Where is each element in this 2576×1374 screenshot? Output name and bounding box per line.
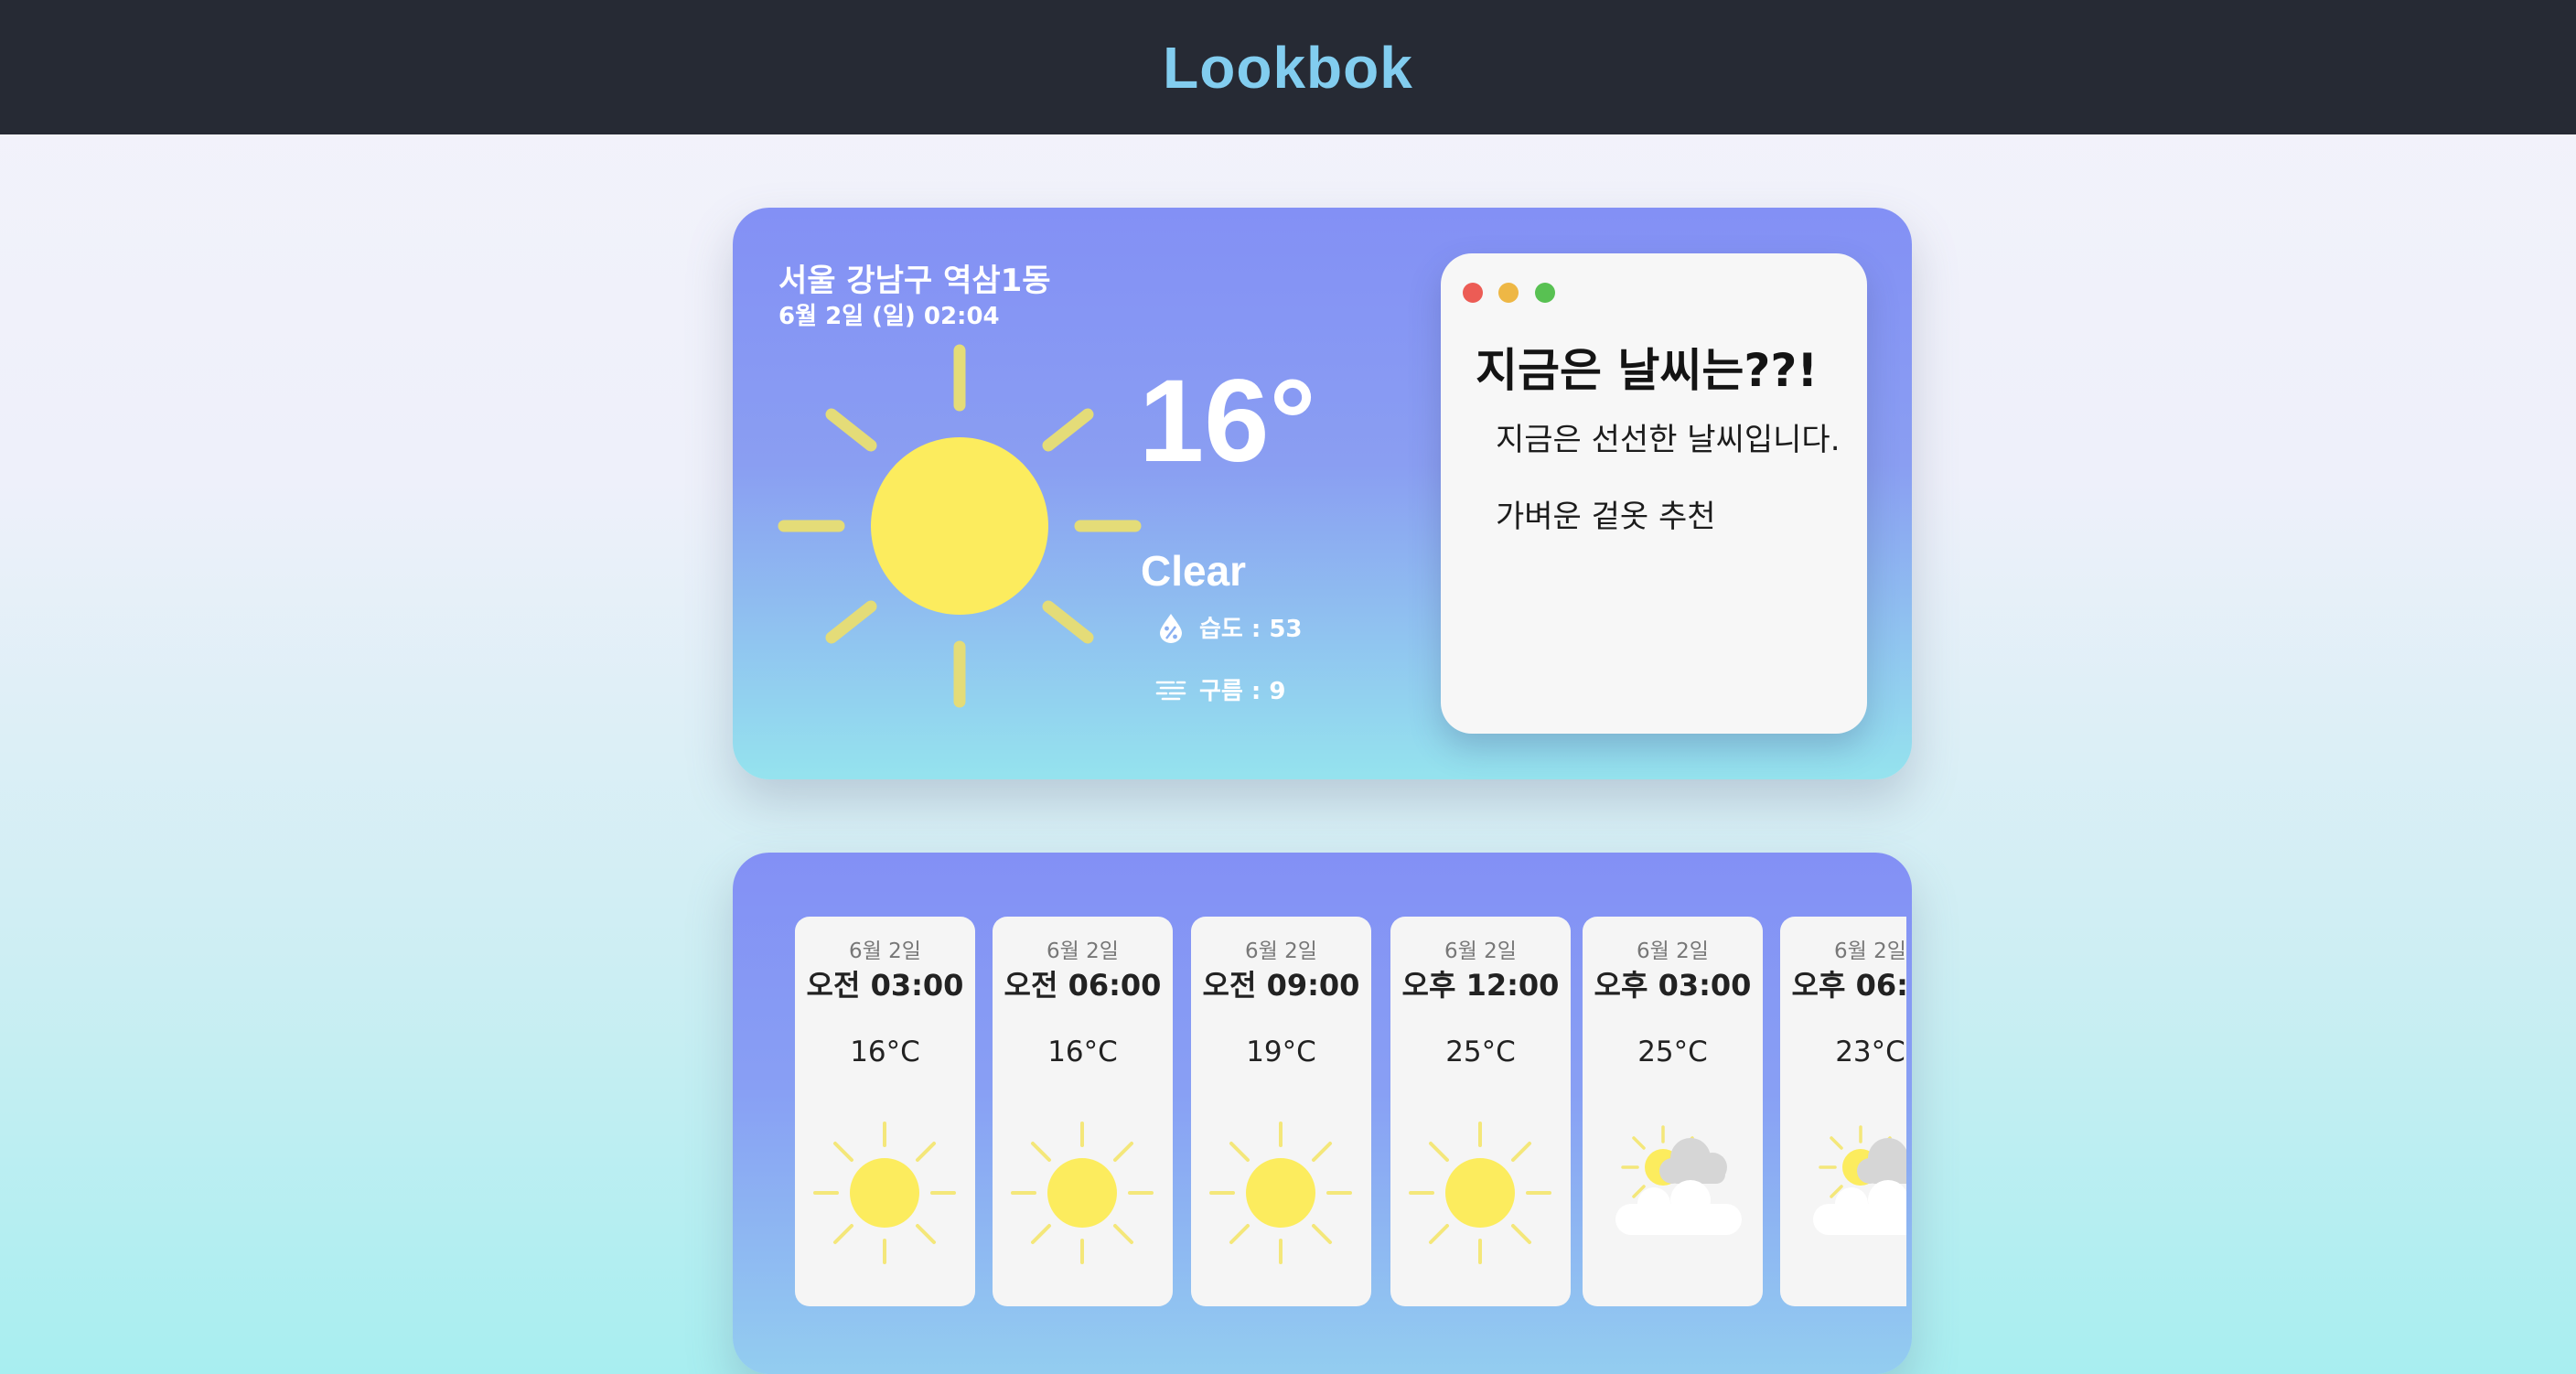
sun-icon (813, 1122, 956, 1264)
forecast-date: 6월 2일 (1637, 939, 1709, 963)
forecast-time: 오후 03:00 (1594, 968, 1752, 1003)
forecast-item[interactable]: 6월 2일오전 09:00 19°C (1191, 917, 1371, 1306)
humidity-label: 습도 : 53 (1199, 616, 1303, 643)
close-dot-icon[interactable] (1463, 283, 1483, 303)
forecast-temp: 16°C (850, 1036, 920, 1068)
datetime-label: 6월 2일 (일) 02:04 (778, 303, 1000, 330)
forecast-temp: 25°C (1445, 1036, 1516, 1068)
forecast-time: 오전 06:00 (1004, 968, 1162, 1003)
cloud-lines-icon (1155, 681, 1186, 700)
sun-icon (1011, 1122, 1154, 1264)
forecast-date: 6월 2일 (1444, 939, 1517, 963)
forecast-item[interactable]: 6월 2일오전 03:00 16°C (795, 917, 975, 1306)
condition-label: Clear (1141, 547, 1247, 595)
advice-line-2: 가벼운 겉옷 추천 (1496, 499, 1716, 535)
humidity-stat: 습도 : 53 (1155, 610, 1303, 644)
forecast-scroller[interactable]: 6월 2일 오전 03:00 16°C 6월 2일 오전 06:00 16°C 6월 2일 오… (733, 853, 1906, 1374)
forecast-temp: 25°C (1637, 1036, 1708, 1068)
forecast-date: 6월 2일 (1834, 939, 1906, 963)
minimize-dot-icon[interactable] (1498, 283, 1519, 303)
humidity-drop-icon (1160, 613, 1182, 643)
sun-icon (1209, 1122, 1352, 1264)
forecast-card: 6월 2일 오전 03:00 16°C 6월 2일 오전 06:00 16°C 6월 2일 오… (733, 853, 1912, 1374)
forecast-temp: 16°C (1047, 1036, 1118, 1068)
advice-title: 지금은 날씨는??! (1476, 344, 1819, 397)
advice-window: 지금은 날씨는??! 지금은 선선한 날씨입니다. 가벼운 겉옷 추천 (1441, 253, 1867, 734)
sun-icon (778, 344, 1142, 708)
forecast-time: 오전 03:00 (806, 968, 964, 1003)
forecast-item[interactable]: 6월 2일오후 12:00 25°C (1390, 917, 1571, 1306)
forecast-temp: 23°C (1835, 1036, 1905, 1068)
forecast-time: 오후 12:00 (1401, 968, 1560, 1003)
forecast-date: 6월 2일 (1046, 939, 1119, 963)
forecast-date: 6월 2일 (1245, 939, 1317, 963)
forecast-date: 6월 2일 (849, 939, 921, 963)
current-temperature: 16° (1139, 356, 1316, 487)
advice-line-1: 지금은 선선한 날씨입니다. (1496, 422, 1841, 458)
cloud-label: 구름 : 9 (1199, 678, 1286, 705)
forecast-time: 오전 09:00 (1202, 968, 1360, 1003)
forecast-item[interactable]: 6월 2일오후 06:00 23°C (1780, 917, 1906, 1306)
maximize-dot-icon[interactable] (1535, 283, 1555, 303)
current-weather-card: 서울 강남구 역삼1동 6월 2일 (일) 02:04 16° Clear 습도… (733, 208, 1912, 779)
forecast-time: 오후 06:00 (1791, 968, 1906, 1003)
brand-title[interactable]: Lookbok (1163, 34, 1413, 102)
partly-cloudy-icon (1615, 1125, 1742, 1235)
forecast-temp: 19°C (1246, 1036, 1316, 1068)
cloud-stat: 구름 : 9 (1155, 672, 1285, 706)
partly-cloudy-icon (1813, 1125, 1906, 1235)
top-bar: Lookbok (0, 0, 2576, 134)
forecast-item[interactable]: 6월 2일오후 03:00 25°C (1583, 917, 1763, 1306)
forecast-item[interactable]: 6월 2일오전 06:00 16°C (993, 917, 1173, 1306)
sun-icon (1409, 1122, 1551, 1264)
location-label: 서울 강남구 역삼1동 (778, 263, 1051, 299)
